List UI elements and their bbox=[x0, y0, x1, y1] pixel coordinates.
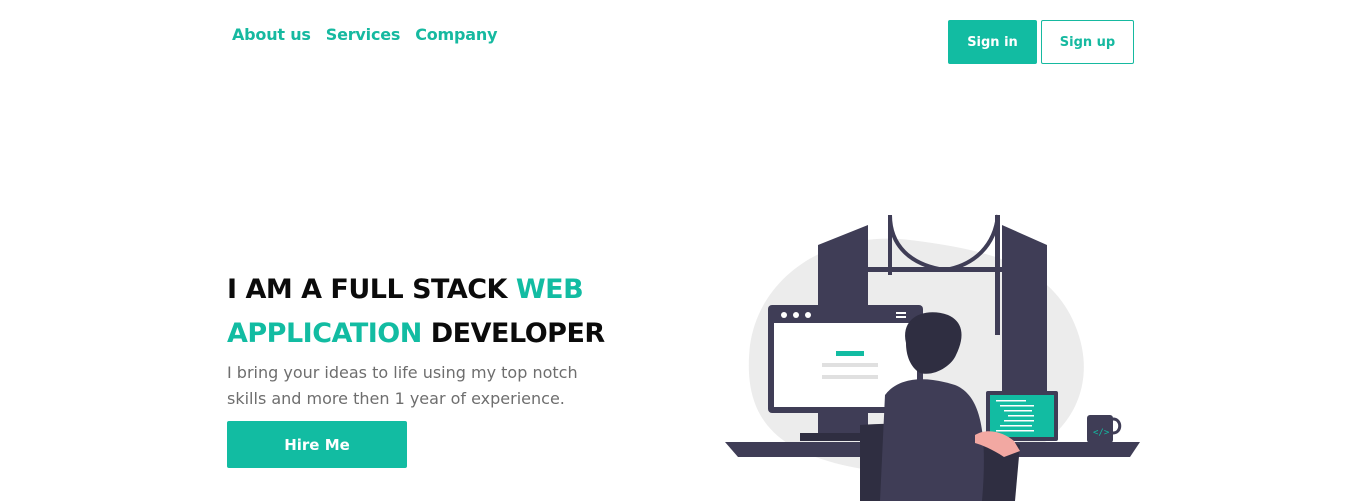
sign-up-button[interactable]: Sign up bbox=[1041, 20, 1134, 64]
hero-title-part2: DEVELOPER bbox=[421, 318, 605, 349]
nav-link-company[interactable]: Company bbox=[415, 25, 497, 44]
developer-illustration: </> bbox=[720, 205, 1150, 501]
hero-title-part1: I AM A FULL STACK bbox=[227, 274, 516, 305]
developer-at-desk-illustration-icon: </> bbox=[725, 214, 1140, 501]
hero-title-accent1: WEB bbox=[515, 274, 584, 305]
window-mullion bbox=[995, 215, 1000, 335]
hero-title-accent2: APPLICATION bbox=[227, 318, 422, 349]
monitor-stand bbox=[832, 413, 852, 433]
nav-link-about-us[interactable]: About us bbox=[232, 25, 311, 44]
person-body bbox=[880, 379, 984, 501]
sign-in-button[interactable]: Sign in bbox=[948, 20, 1037, 64]
svg-text:</>: </> bbox=[1093, 428, 1110, 438]
nav-link-services[interactable]: Services bbox=[326, 25, 401, 44]
window-mullion-left bbox=[888, 215, 892, 275]
hero-title: I AM A FULL STACK WEB APPLICATION DEVELO… bbox=[227, 268, 647, 356]
auth-buttons: Sign in Sign up bbox=[948, 20, 1134, 64]
hire-me-button[interactable]: Hire Me bbox=[227, 421, 407, 468]
hero-subtitle: I bring your ideas to life using my top … bbox=[227, 363, 578, 408]
main-nav: About us Services Company bbox=[232, 25, 497, 44]
